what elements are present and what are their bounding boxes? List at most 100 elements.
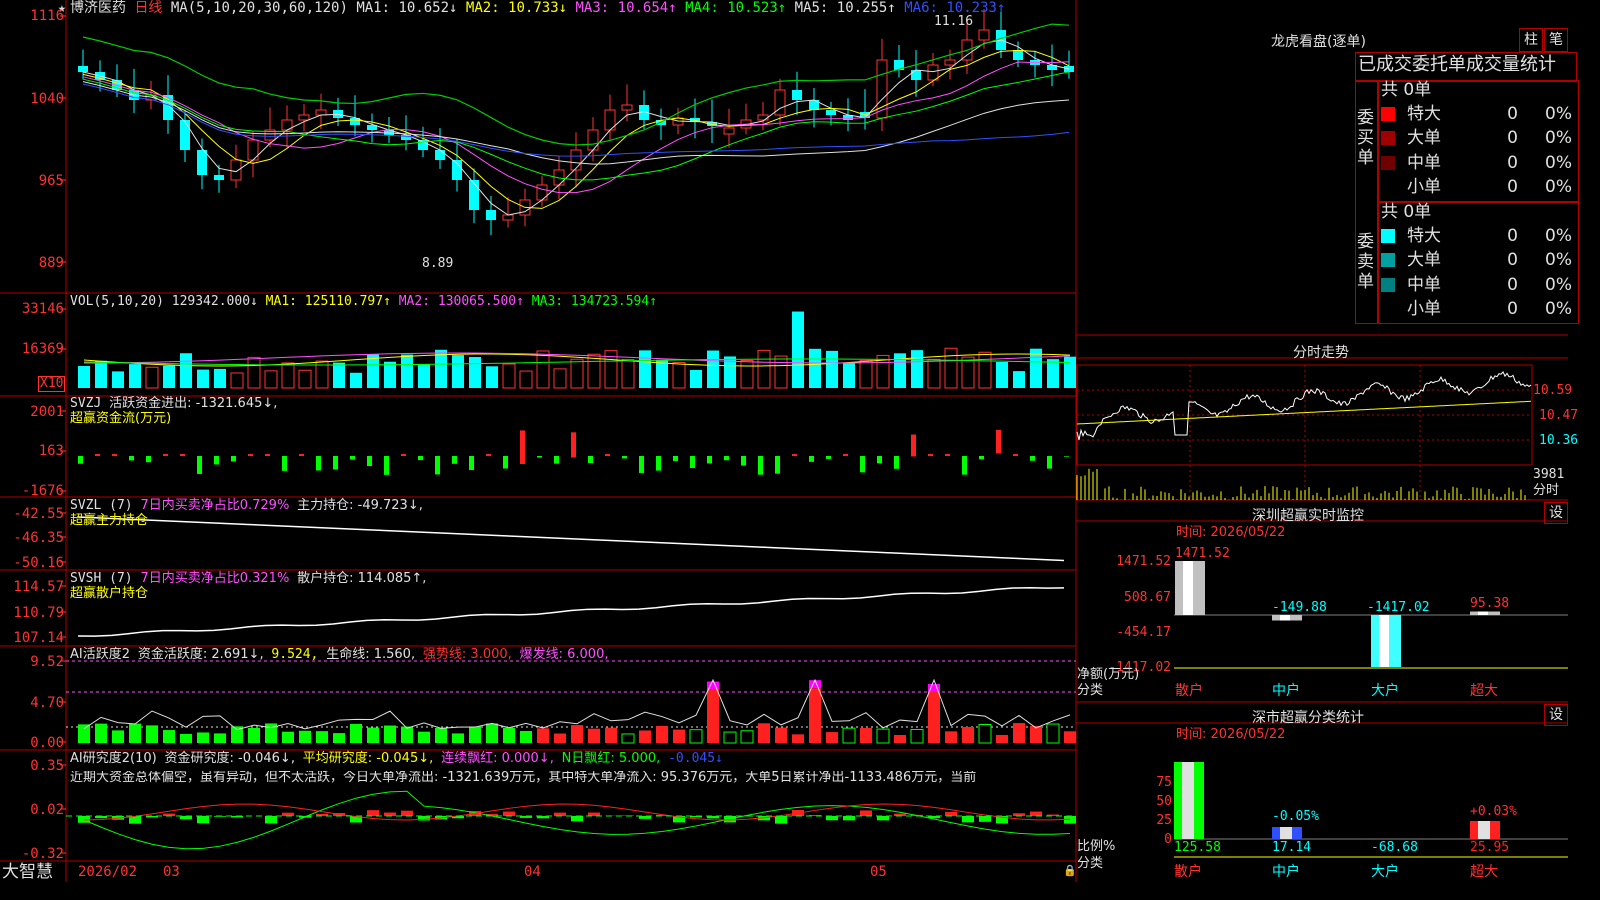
monitor-time: 时间: 2026/05/22 <box>1176 525 1286 540</box>
fund-flow-bar-in <box>928 454 933 456</box>
fund-flow-bar-in <box>571 432 576 458</box>
fund-flow-bar-in <box>299 454 304 456</box>
volume-bar-up <box>944 347 958 389</box>
ma-value-1: MA1: 10.652↓ <box>356 0 458 16</box>
candle-down <box>435 150 445 160</box>
fund-flow-bar-out <box>197 456 202 474</box>
fund-flow-bar-out <box>316 456 321 471</box>
classify-settings-button[interactable]: 设 <box>1544 704 1568 726</box>
low-mark: 8.89 <box>422 256 454 271</box>
candle-down <box>792 90 802 100</box>
research-bar-pos <box>503 811 515 816</box>
activity-bar <box>842 727 856 744</box>
fund-flow-bar-out <box>214 456 219 465</box>
monitor-axis-2: 508.67 <box>1124 590 1171 605</box>
monitor-bar-highlight <box>1478 611 1488 615</box>
retail-holding-line <box>77 587 1065 637</box>
svzj-title: SVZJ <box>70 396 102 411</box>
activity-bar <box>554 733 566 743</box>
fs-axis-vol: 3981 <box>1533 467 1565 482</box>
fund-flow-bar-in <box>996 429 1001 454</box>
volume-bar-up <box>757 349 771 389</box>
monitor-settings-button[interactable]: 设 <box>1544 502 1568 524</box>
classify-bar-pct: -0.05% <box>1272 809 1319 824</box>
vol-ma2: MA2: 130065.500↑ <box>398 294 524 309</box>
volume-bar-down <box>656 359 668 388</box>
activity-bar <box>792 734 804 743</box>
level-volume: 0 <box>1507 104 1518 124</box>
monitor-bar-highlight <box>1280 615 1290 621</box>
level-color-swatch <box>1381 277 1395 292</box>
classify-bar-value: 125.58 <box>1174 840 1221 855</box>
candle-up <box>621 104 633 111</box>
monitor-bar-value: 95.38 <box>1470 596 1510 612</box>
lock-icon[interactable]: 🔒 <box>1063 864 1077 878</box>
period-label[interactable]: 日线 <box>134 0 162 16</box>
activity-bar <box>78 724 90 743</box>
level-name: 特大 <box>1407 226 1441 246</box>
bar-view-button[interactable]: 柱 <box>1519 28 1543 52</box>
date-label-3: 04 <box>524 864 541 880</box>
fund-flow-bar-in <box>486 454 491 456</box>
research-bar-pos <box>860 810 872 816</box>
level-percent: 0% <box>1545 274 1572 295</box>
svsh-sub: 超赢散户持仓 <box>70 586 149 601</box>
tick-view-button[interactable]: 笔 <box>1544 28 1568 52</box>
level-percent: 0% <box>1545 226 1572 246</box>
level-percent: 0% <box>1545 152 1572 173</box>
svsh-hold: 散户持仓: 114.085↑, <box>297 571 427 586</box>
research-bar-neg <box>962 816 974 823</box>
activity-bar <box>520 730 532 743</box>
monitor-category: 超大 <box>1470 683 1498 699</box>
candle-down <box>1013 50 1023 60</box>
volume-bar-down <box>809 348 821 388</box>
ai2-axis-2: 0.02 <box>30 802 64 818</box>
fund-flow-bar-out <box>1047 456 1052 469</box>
fund-flow-bar-out <box>435 456 440 475</box>
monitor-ylabel: 净额(万元) <box>1077 667 1140 682</box>
monitor-category: 大户 <box>1371 683 1399 699</box>
level-volume: 0 <box>1507 226 1518 246</box>
classify-axis-4: 0 <box>1164 832 1172 847</box>
svsh-title: SVSH (7) <box>70 571 133 586</box>
svsh-axis-3: 107.14 <box>13 630 64 646</box>
activity-bar <box>962 726 974 743</box>
volume-bar-down <box>707 350 719 388</box>
svsh-axis-2: 110.79 <box>13 605 64 621</box>
svzl-sub: 超赢主力持仓 <box>70 513 149 528</box>
vol-ma1: MA1: 125110.797↑ <box>265 294 391 309</box>
ai1-title: AI活跃度2 <box>70 647 130 662</box>
level-name: 中单 <box>1407 152 1441 173</box>
volume-bar-up <box>264 370 278 389</box>
activity-bar <box>1013 723 1025 743</box>
fund-flow-bar-out <box>894 456 899 469</box>
vol-ma3: MA3: 134723.594↑ <box>531 294 658 309</box>
fund-flow-bar-out <box>826 456 831 459</box>
activity-bar <box>910 728 924 744</box>
price-axis-3: 965 <box>38 173 64 189</box>
main-chart-area[interactable] <box>0 0 1568 882</box>
activity-bar <box>1064 731 1076 743</box>
activity-bar <box>978 724 992 744</box>
fund-flow-bar-out <box>350 456 355 460</box>
level-volume: 0 <box>1507 152 1518 173</box>
fs-title: 分时走势 <box>1293 345 1349 361</box>
candle-down <box>78 66 88 72</box>
candle-down <box>826 110 836 115</box>
ai2-l1: 资金研究度: -0.046↓, <box>164 751 295 766</box>
volume-bar-down <box>435 349 447 388</box>
volume-bar-down <box>197 369 209 388</box>
candle-down <box>214 175 224 180</box>
research-bar-pos <box>554 812 566 816</box>
candle-up <box>978 29 990 41</box>
monitor-bar-highlight <box>1183 561 1193 615</box>
classify-bar-pct: +0.03% <box>1470 804 1517 819</box>
fund-flow-bar-out <box>588 456 593 463</box>
volume-bar-down <box>452 355 464 388</box>
monitor-category: 散户 <box>1175 683 1203 699</box>
fs-axis-3: 10.36 <box>1539 433 1579 448</box>
candle-up <box>587 129 599 151</box>
band-upper <box>82 23 1070 146</box>
activity-bar <box>571 725 583 743</box>
research-bar-neg <box>877 816 889 821</box>
